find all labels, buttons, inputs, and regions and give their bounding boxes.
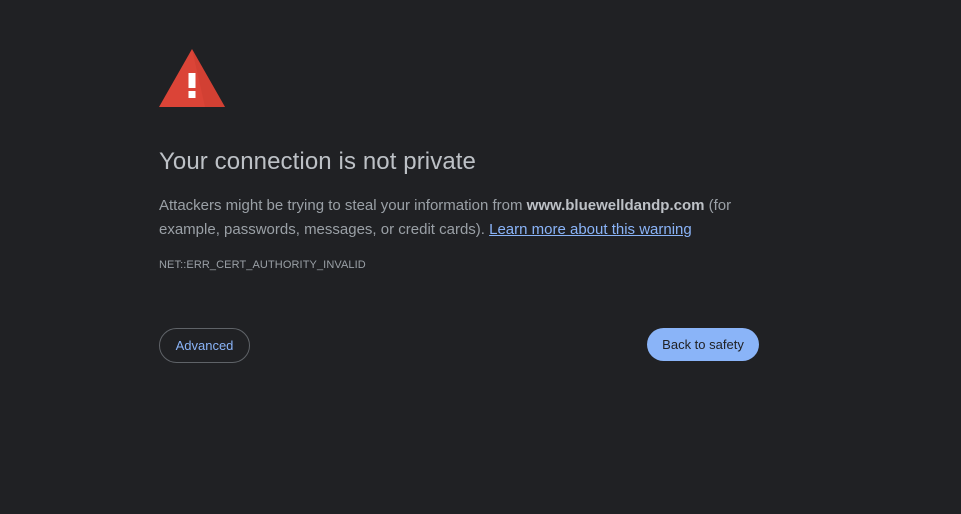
- learn-more-link[interactable]: Learn more about this warning: [489, 221, 692, 238]
- warning-triangle-icon: [159, 49, 225, 107]
- page-title: Your connection is not private: [159, 148, 476, 175]
- interstitial-page: Your connection is not private Attackers…: [0, 0, 961, 514]
- advanced-button[interactable]: Advanced: [159, 328, 250, 363]
- back-to-safety-button[interactable]: Back to safety: [647, 328, 759, 361]
- error-code: NET::ERR_CERT_AUTHORITY_INVALID: [159, 259, 366, 271]
- site-domain: www.bluewelldandp.com: [526, 197, 705, 214]
- explanation-paragraph: Attackers might be trying to steal your …: [159, 194, 759, 242]
- explanation-prefix: Attackers might be trying to steal your …: [159, 197, 527, 214]
